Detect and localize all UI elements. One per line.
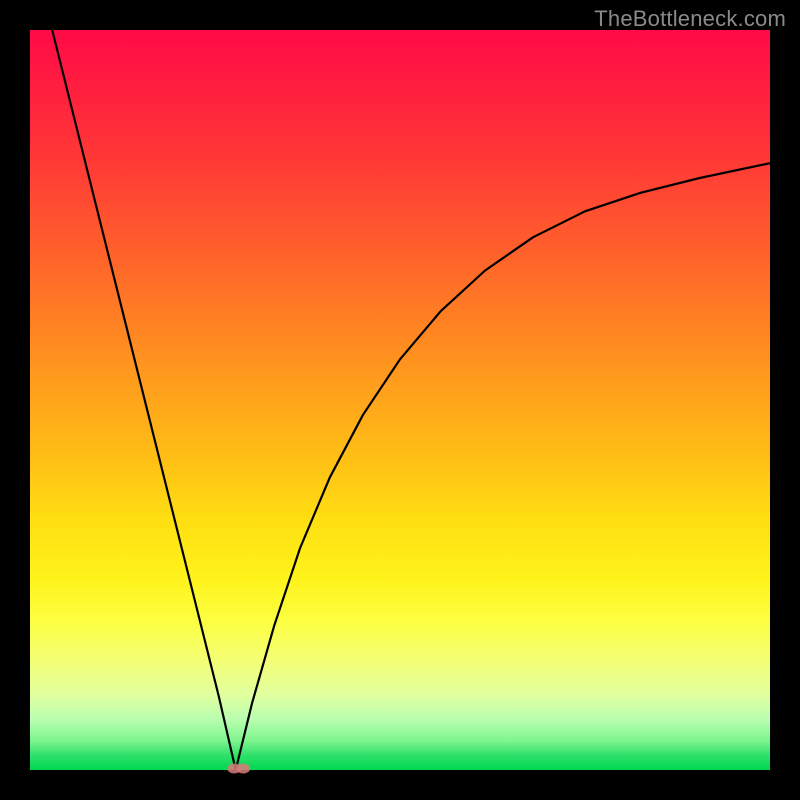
plot-area: [30, 30, 770, 770]
chart-svg: [30, 30, 770, 770]
curve-group: [52, 30, 770, 774]
bottleneck-curve-left: [52, 30, 236, 770]
min-marker: [227, 764, 250, 774]
chart-frame: TheBottleneck.com: [0, 0, 800, 800]
bottleneck-curve-right: [236, 163, 770, 770]
watermark-text: TheBottleneck.com: [594, 6, 786, 32]
